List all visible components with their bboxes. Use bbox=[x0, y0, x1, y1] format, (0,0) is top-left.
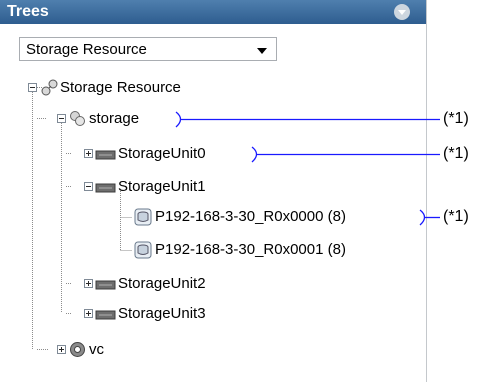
storage-unit-icon bbox=[95, 280, 116, 290]
storage-unit-icon bbox=[95, 183, 116, 193]
storage-resource-icon bbox=[41, 79, 58, 96]
tree-node-volume[interactable]: P192-168-3-30_R0x0001 (8) bbox=[155, 241, 346, 259]
tree-connector-lines bbox=[32, 87, 440, 350]
tree-node-volume[interactable]: P192-168-3-30_R0x0000 (8) bbox=[155, 208, 346, 226]
tree-node-storageunit3[interactable]: StorageUnit3 bbox=[118, 305, 206, 323]
tree-view: Storage Resource storage (*1) StorageUni… bbox=[0, 0, 488, 382]
tree-node-storageunit1[interactable]: StorageUnit1 bbox=[118, 178, 206, 196]
tree-node-storageunit2[interactable]: StorageUnit2 bbox=[118, 275, 206, 293]
storage-unit-icon bbox=[95, 310, 116, 320]
gear-icon bbox=[70, 342, 85, 357]
storage-group-icon bbox=[70, 111, 85, 126]
callout-note: (*1) bbox=[443, 208, 469, 225]
storage-unit-icon bbox=[95, 150, 116, 160]
tree-node-storage-resource[interactable]: Storage Resource bbox=[60, 79, 181, 97]
storageunit1-collapse-toggle[interactable] bbox=[84, 182, 93, 191]
volume-icon bbox=[134, 208, 152, 226]
storageunit2-expand-toggle[interactable] bbox=[84, 279, 93, 288]
volume-icon bbox=[134, 241, 152, 259]
root-collapse-toggle[interactable] bbox=[28, 83, 37, 92]
tree-node-vc[interactable]: vc bbox=[89, 341, 104, 359]
tree-node-storage[interactable]: storage bbox=[89, 110, 139, 128]
tree-node-storageunit0[interactable]: StorageUnit0 bbox=[118, 145, 206, 163]
storageunit3-expand-toggle[interactable] bbox=[84, 309, 93, 318]
storage-collapse-toggle[interactable] bbox=[57, 114, 66, 123]
vc-expand-toggle[interactable] bbox=[57, 345, 66, 354]
callout-note: (*1) bbox=[443, 145, 469, 162]
storageunit0-expand-toggle[interactable] bbox=[84, 149, 93, 158]
callout-note: (*1) bbox=[443, 110, 469, 127]
